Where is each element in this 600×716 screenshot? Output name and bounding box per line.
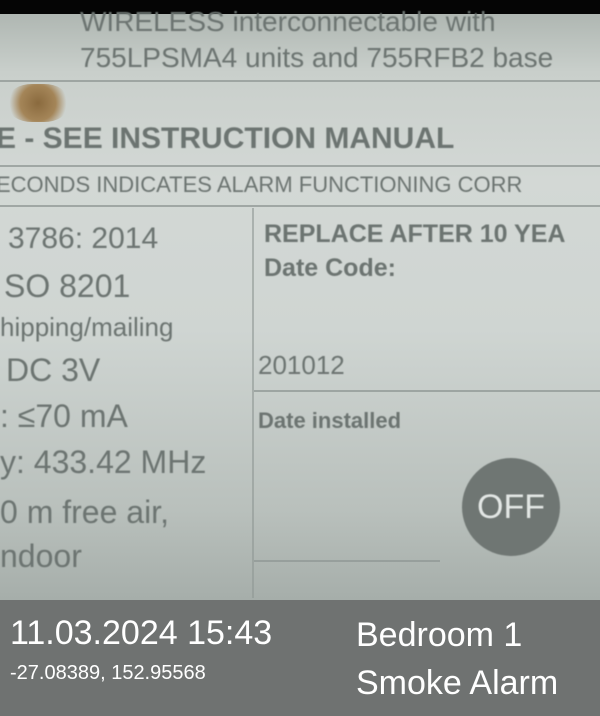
label-units-text: 755LPSMA4 units and 755RFB2 base <box>80 42 554 73</box>
label-freq-text: y: 433.42 MHz <box>0 444 207 480</box>
label-iso-text: SO 8201 <box>4 268 131 304</box>
label-dc-text: DC 3V <box>6 352 101 388</box>
date-installed-label: Date installed <box>258 408 402 433</box>
label-wireless-text: WIRELESS interconnectable with <box>80 6 496 37</box>
label-seconds-text: ECONDS INDICATES ALARM FUNCTIONING CORR <box>0 172 523 197</box>
coordinates-text: -27.08389, 152.95568 <box>10 662 206 684</box>
label-range-text: 0 m free air, <box>0 494 169 530</box>
divider <box>0 205 600 207</box>
stain <box>8 84 68 122</box>
label-shipping-text: hipping/mailing <box>0 312 174 342</box>
off-button: OFF <box>462 458 560 556</box>
divider <box>0 165 600 167</box>
photo: WIRELESS interconnectable with 755LPSMA4… <box>0 0 600 600</box>
location-text: Bedroom 1 <box>356 616 523 654</box>
label-current-text: : ≤70 mA <box>0 398 128 434</box>
date-installed-underline <box>254 560 440 562</box>
device-text: Smoke Alarm <box>356 664 559 702</box>
label-indoor-text: ndoor <box>0 538 82 574</box>
divider <box>252 208 254 598</box>
datetime-text: 11.03.2024 15:43 <box>10 614 273 652</box>
divider <box>0 80 600 82</box>
replace-text: REPLACE AFTER 10 YEA <box>264 220 566 248</box>
date-code-label: Date Code: <box>264 254 396 282</box>
date-code-value: 201012 <box>258 350 345 380</box>
label-manual-text: E - SEE INSTRUCTION MANUAL <box>0 122 455 155</box>
date-code-underline <box>254 390 600 392</box>
off-button-label: OFF <box>477 487 545 526</box>
photo-caption-bar: 11.03.2024 15:43 -27.08389, 152.95568 Be… <box>0 600 600 716</box>
label-standard-text: 3786: 2014 <box>8 222 159 255</box>
